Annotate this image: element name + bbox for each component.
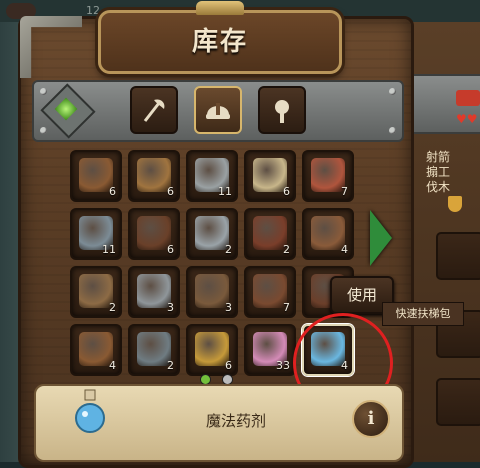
blue-potion-icon xyxy=(75,389,105,433)
helmet-icon xyxy=(206,103,230,119)
tooltip: 快速扶梯包 xyxy=(382,302,464,326)
backpack-icon xyxy=(253,216,287,250)
inventory-slot[interactable]: 11 xyxy=(70,208,122,260)
wood-shield-icon xyxy=(79,332,113,366)
leather-icon xyxy=(137,216,171,250)
inventory-slot[interactable]: 7 xyxy=(244,266,296,318)
round-shield-icon xyxy=(137,332,171,366)
inventory-slot[interactable]: 6 xyxy=(244,150,296,202)
crest-ornament xyxy=(196,1,244,15)
tab-tools[interactable] xyxy=(130,86,178,134)
ladle-icon xyxy=(275,100,289,123)
inventory-slot[interactable]: 7 xyxy=(302,150,354,202)
tab-consumables[interactable] xyxy=(258,86,306,134)
leather-cap-icon xyxy=(195,274,229,308)
inventory-slot[interactable]: 4 xyxy=(70,324,122,376)
armor-icon xyxy=(195,332,229,366)
item-count: 6 xyxy=(167,185,174,198)
wood-planks-icon xyxy=(79,158,113,192)
side-slot-1[interactable] xyxy=(436,232,480,280)
inventory-slot[interactable]: 11 xyxy=(186,150,238,202)
item-count: 6 xyxy=(283,185,290,198)
inventory-slot[interactable]: 3 xyxy=(186,266,238,318)
inventory-slot[interactable]: 2 xyxy=(70,266,122,318)
inventory-slot[interactable]: 6 xyxy=(128,208,180,260)
berry-basket-icon xyxy=(311,158,345,192)
bowl-icon xyxy=(79,274,113,308)
item-count: 3 xyxy=(225,301,232,314)
inventory-slot[interactable]: 2 xyxy=(244,208,296,260)
inventory-slot[interactable]: 4 xyxy=(302,208,354,260)
item-count: 6 xyxy=(167,243,174,256)
next-page-arrow-icon[interactable] xyxy=(370,210,392,266)
side-text-woodcut: 伐木 xyxy=(426,180,451,194)
item-count: 2 xyxy=(109,301,116,314)
item-count: 11 xyxy=(218,185,232,198)
item-count: 7 xyxy=(283,301,290,314)
item-count: 6 xyxy=(225,359,232,372)
item-count: 3 xyxy=(167,301,174,314)
side-text-craft: 搧工 xyxy=(426,165,451,179)
item-count: 6 xyxy=(109,185,116,198)
crate-icon xyxy=(137,158,171,192)
side-text-archery: 射箭 xyxy=(426,150,451,164)
item-count: 2 xyxy=(283,243,290,256)
inventory-slot[interactable]: 6 xyxy=(70,150,122,202)
inventory-slot[interactable]: 3 xyxy=(128,266,180,318)
hearts-icon: ♥♥ xyxy=(456,112,478,126)
item-count: 4 xyxy=(341,243,348,256)
inventory-slot[interactable]: 6 xyxy=(186,324,238,376)
side-red-badge xyxy=(456,90,480,106)
pouch-icon xyxy=(253,274,287,308)
item-count: 4 xyxy=(109,359,116,372)
item-count: 11 xyxy=(102,243,116,256)
chain-icon xyxy=(137,274,171,308)
axe-icon xyxy=(143,99,165,122)
inventory-slot[interactable]: 2 xyxy=(128,324,180,376)
item-count: 2 xyxy=(225,243,232,256)
info-button[interactable]: i xyxy=(352,400,390,438)
item-count: 33 xyxy=(276,359,290,372)
item-count: 7 xyxy=(341,185,348,198)
lantern-icon xyxy=(253,158,287,192)
selected-item-name: 魔法药剂 xyxy=(205,412,266,430)
side-shield-icon xyxy=(448,196,462,212)
ladle-icon xyxy=(195,216,229,250)
item-count: 2 xyxy=(167,359,174,372)
tab-equipment[interactable] xyxy=(194,86,242,134)
inventory-slot[interactable]: 2 xyxy=(186,208,238,260)
inventory-slot[interactable]: 6 xyxy=(128,150,180,202)
inventory-slot[interactable]: 33 xyxy=(244,324,296,376)
page-title: 库存 xyxy=(191,27,248,57)
title-plate: 库存 xyxy=(98,1,342,74)
potion-box-icon xyxy=(311,216,345,250)
side-slot-3[interactable] xyxy=(436,378,480,426)
